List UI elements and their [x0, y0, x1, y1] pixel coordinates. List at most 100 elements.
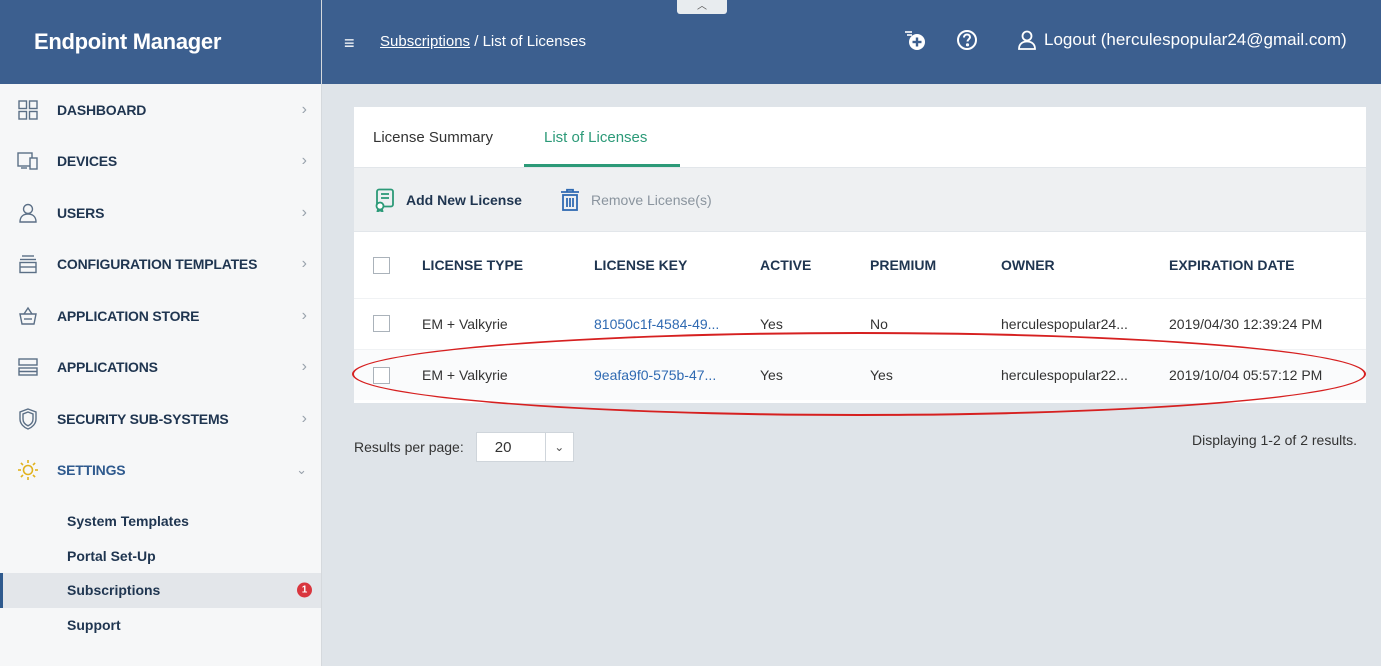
chevron-right-icon: › — [301, 358, 307, 376]
sidebar-nav: DASHBOARD › DEVICES › USERS › CONFIGURAT… — [0, 84, 321, 496]
sidebar-item-security-sub-systems[interactable]: SECURITY SUB-SYSTEMS › — [0, 393, 321, 445]
tab-list-of-licenses[interactable]: List of Licenses — [544, 129, 647, 146]
submenu-item-label: Portal Set-Up — [67, 547, 156, 564]
results-summary: Displaying 1-2 of 2 results. — [1192, 432, 1357, 448]
devices-icon — [17, 150, 39, 172]
sidebar-item-label: SECURITY SUB-SYSTEMS — [57, 410, 229, 427]
menu-icon[interactable]: ≡ — [344, 33, 355, 54]
submenu-item-system-templates[interactable]: System Templates — [0, 504, 321, 539]
submenu-item-label: System Templates — [67, 513, 189, 530]
settings-submenu: System Templates Portal Set-Up Subscript… — [0, 504, 321, 642]
column-header-license-type[interactable]: LICENSE TYPE — [422, 232, 594, 298]
applications-icon — [17, 356, 39, 378]
remove-licenses-label: Remove License(s) — [591, 192, 712, 208]
gear-icon — [17, 459, 39, 481]
licenses-panel: License Summary List of Licenses Add New… — [354, 107, 1366, 403]
cell-active: Yes — [760, 366, 783, 383]
cell-owner: herculespopular22... — [1001, 366, 1128, 383]
top-header: ︿ ≡ Subscriptions / List of Licenses Log… — [322, 0, 1381, 84]
breadcrumb-link-subscriptions[interactable]: Subscriptions — [380, 33, 470, 50]
sidebar-item-label: APPLICATIONS — [57, 359, 158, 376]
trash-icon — [561, 188, 579, 211]
sidebar-item-devices[interactable]: DEVICES › — [0, 136, 321, 188]
sidebar-item-label: DEVICES — [57, 153, 118, 170]
chevron-right-icon: › — [301, 100, 307, 118]
column-header-active[interactable]: ACTIVE — [760, 232, 870, 298]
sidebar-item-dashboard[interactable]: DASHBOARD › — [0, 84, 321, 136]
add-new-license-label: Add New License — [406, 192, 522, 208]
sidebar-item-label: DASHBOARD — [57, 101, 147, 118]
sidebar-item-application-store[interactable]: APPLICATION STORE › — [0, 290, 321, 342]
sidebar: Endpoint Manager DASHBOARD › DEVICES › U… — [0, 0, 322, 666]
chevron-right-icon: › — [301, 152, 307, 170]
cell-license-type: EM + Valkyrie — [422, 315, 508, 332]
chevron-right-icon: › — [301, 306, 307, 324]
submenu-item-subscriptions[interactable]: Subscriptions 1 — [0, 573, 321, 608]
submenu-item-support[interactable]: Support — [0, 608, 321, 643]
remove-licenses-button[interactable]: Remove License(s) — [559, 188, 712, 212]
breadcrumb-current: List of Licenses — [482, 33, 586, 50]
active-tab-indicator — [524, 164, 680, 167]
column-header-license-key[interactable]: LICENSE KEY — [594, 232, 760, 298]
sidebar-item-users[interactable]: USERS › — [0, 187, 321, 239]
cell-active: Yes — [760, 315, 783, 332]
column-header-expiration-date[interactable]: EXPIRATION DATE — [1169, 232, 1366, 298]
chevron-down-icon: ⌄ — [296, 462, 307, 478]
submenu-item-label: Subscriptions — [67, 582, 161, 599]
tab-license-summary[interactable]: License Summary — [373, 129, 493, 146]
column-header-premium[interactable]: PREMIUM — [870, 232, 1001, 298]
shield-icon — [17, 408, 39, 430]
cell-license-key-link[interactable]: 9eafa9f0-575b-47... — [594, 349, 760, 400]
cell-expiration-date: 2019/10/04 05:57:12 PM — [1169, 366, 1323, 383]
logout-label: Logout (herculespopular24@gmail.com) — [1044, 30, 1347, 49]
cell-license-key-link[interactable]: 81050c1f-4584-49... — [594, 298, 760, 349]
results-per-page-value: 20 — [494, 438, 512, 456]
certificate-icon — [375, 188, 394, 212]
results-per-page-label: Results per page: — [354, 439, 464, 455]
dashboard-icon — [17, 99, 39, 121]
table-row[interactable]: EM + Valkyrie 9eafa9f0-575b-47... Yes Ye… — [354, 349, 1366, 400]
table-row[interactable]: EM + Valkyrie 81050c1f-4584-49... Yes No… — [354, 298, 1366, 349]
row-checkbox[interactable] — [373, 366, 390, 384]
sidebar-item-label: APPLICATION STORE — [57, 307, 200, 324]
user-icon — [1018, 30, 1036, 50]
results-per-page-select[interactable]: 20 ⌄ — [475, 432, 574, 462]
templates-icon — [17, 253, 39, 275]
cell-expiration-date: 2019/04/30 12:39:24 PM — [1169, 315, 1323, 332]
cell-premium: No — [870, 315, 888, 332]
tab-bar: License Summary List of Licenses — [354, 107, 1366, 168]
sidebar-item-settings[interactable]: SETTINGS ⌄ — [0, 445, 321, 497]
toolbar: Add New License Remove License(s) — [354, 168, 1366, 232]
sidebar-item-applications[interactable]: APPLICATIONS › — [0, 342, 321, 394]
table-header-row: LICENSE TYPE LICENSE KEY ACTIVE PREMIUM … — [354, 232, 1366, 298]
select-all-checkbox[interactable] — [373, 256, 390, 274]
column-header-owner[interactable]: OWNER — [1001, 232, 1169, 298]
store-basket-icon — [17, 305, 39, 327]
sidebar-item-label: CONFIGURATION TEMPLATES — [57, 256, 258, 273]
chevron-right-icon: › — [301, 409, 307, 427]
cell-license-type: EM + Valkyrie — [422, 366, 508, 383]
logout-button[interactable]: Logout (herculespopular24@gmail.com) — [1017, 30, 1347, 50]
sidebar-item-configuration-templates[interactable]: CONFIGURATION TEMPLATES › — [0, 239, 321, 291]
add-new-license-button[interactable]: Add New License — [374, 188, 522, 212]
submenu-item-label: Support — [67, 616, 121, 633]
chevron-down-icon: ⌄ — [544, 433, 573, 461]
notification-badge: 1 — [297, 582, 312, 598]
sidebar-item-label: USERS — [57, 204, 105, 221]
chevron-right-icon: › — [301, 203, 307, 221]
row-checkbox[interactable] — [373, 315, 390, 333]
breadcrumb-separator: / — [470, 33, 483, 50]
app-title: Endpoint Manager — [0, 0, 321, 84]
user-icon — [17, 202, 39, 224]
breadcrumb: Subscriptions / List of Licenses — [380, 33, 586, 50]
cell-premium: Yes — [870, 366, 893, 383]
cell-owner: herculespopular24... — [1001, 315, 1128, 332]
help-icon[interactable] — [955, 28, 979, 52]
sidebar-item-label: SETTINGS — [57, 462, 126, 479]
licenses-table: LICENSE TYPE LICENSE KEY ACTIVE PREMIUM … — [354, 232, 1366, 400]
pagination-controls: Results per page: 20 ⌄ — [354, 432, 574, 462]
collapse-header-button[interactable]: ︿ — [677, 0, 727, 14]
submenu-item-portal-set-up[interactable]: Portal Set-Up — [0, 539, 321, 574]
chevron-right-icon: › — [301, 255, 307, 273]
add-notification-icon[interactable] — [903, 28, 927, 52]
